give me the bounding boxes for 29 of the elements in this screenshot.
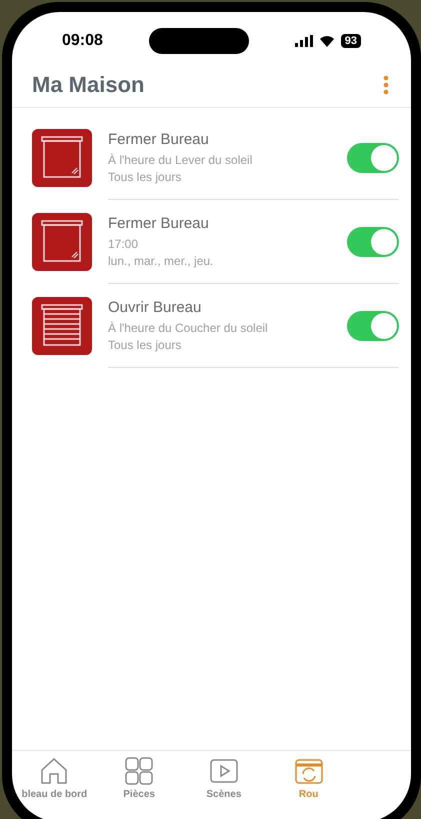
- tab-bar-item[interactable]: Pièces: [96, 757, 182, 804]
- routine-days: Tous les jours: [108, 336, 347, 354]
- house-icon: [39, 757, 70, 785]
- routine-days: Tous les jours: [108, 168, 347, 186]
- routine-toggle[interactable]: [347, 226, 399, 256]
- routine-title: Fermer Bureau: [108, 214, 210, 234]
- routine-title: Ouvrir Bureau: [108, 298, 202, 318]
- grid-icon: [125, 757, 154, 785]
- routine-time: 17:00: [108, 236, 140, 253]
- battery-level: 93: [340, 34, 361, 48]
- wifi-icon: [318, 35, 335, 47]
- status-time: 09:08: [62, 31, 103, 51]
- closed-blind-icon: [32, 213, 92, 271]
- page-title: Ma Maison: [32, 71, 144, 99]
- routine-days: lun., mar., mer., jeu.: [108, 252, 347, 270]
- routine-time: À l'heure du Coucher du soleil: [108, 320, 269, 337]
- open-blind-icon: [32, 297, 92, 355]
- calendar-icon: [294, 757, 323, 785]
- routine-toggle[interactable]: [347, 310, 399, 340]
- routine-toggle[interactable]: [347, 142, 399, 172]
- more-icon[interactable]: [383, 74, 389, 94]
- tab-bar-item[interactable]: bleau de bord: [12, 757, 97, 804]
- signal-icon: [294, 35, 313, 47]
- tab-bar-item[interactable]: Scènes: [182, 757, 266, 804]
- routine-title: Fermer Bureau: [108, 130, 210, 150]
- routine-time: À l'heure du Lever du soleil: [108, 152, 254, 169]
- tab-bar-item[interactable]: Rou: [266, 757, 351, 804]
- closed-blind-icon: [32, 129, 92, 187]
- play-icon: [210, 757, 238, 785]
